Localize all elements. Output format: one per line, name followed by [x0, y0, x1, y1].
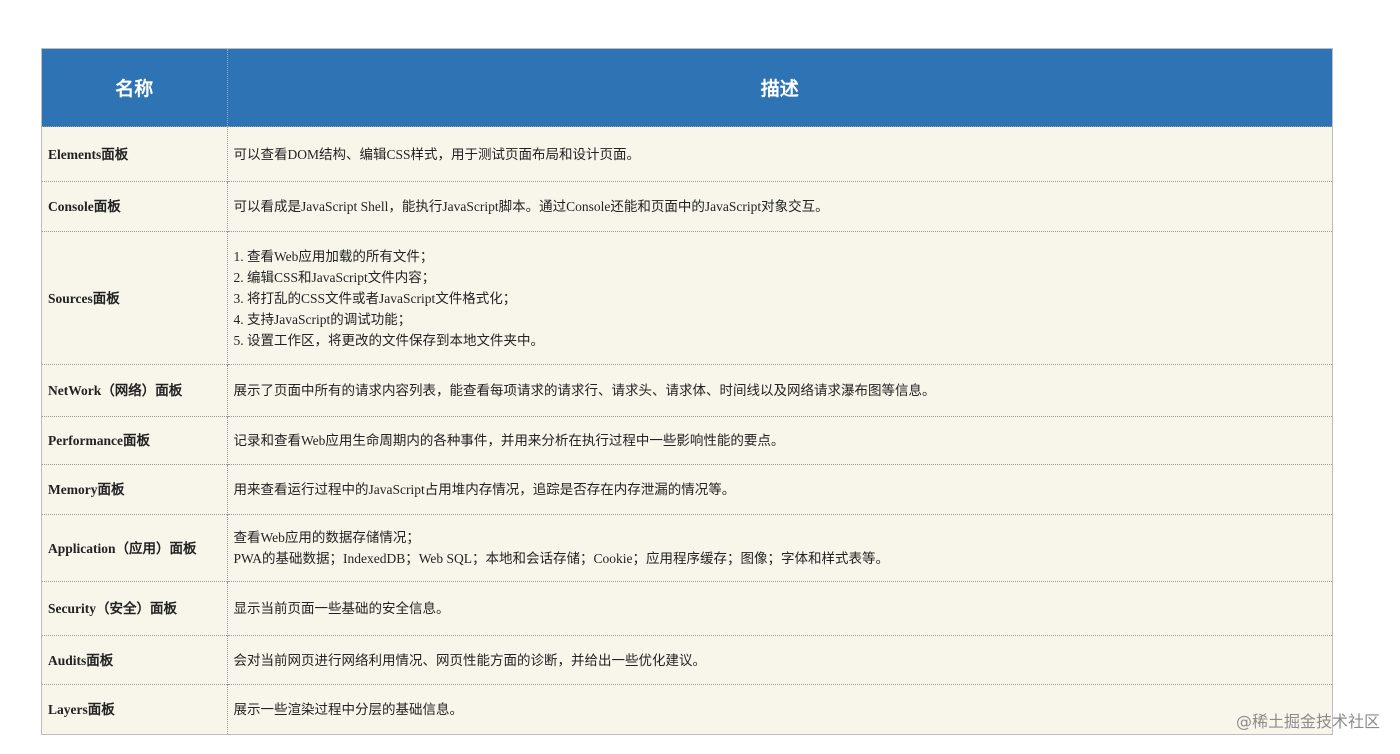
description-line: 记录和查看Web应用生命周期内的各种事件，并用来分析在执行过程中一些影响性能的要…: [233, 433, 785, 448]
panel-name: NetWork（网络）面板: [42, 364, 228, 417]
table-row: NetWork（网络）面板 展示了页面中所有的请求内容列表，能查看每项请求的请求行…: [42, 364, 1332, 417]
panel-description: 可以查看DOM结构、编辑CSS样式，用于测试页面布局和设计页面。: [227, 126, 1332, 182]
description-line: 可以查看DOM结构、编辑CSS样式，用于测试页面布局和设计页面。: [233, 146, 641, 162]
description-line: 展示了页面中所有的请求内容列表，能查看每项请求的请求行、请求头、请求体、时间线以…: [233, 383, 936, 398]
table-row: Layers面板 展示一些渲染过程中分层的基础信息。: [42, 684, 1332, 734]
description-line: 显示当前页面一些基础的安全信息。: [233, 601, 450, 616]
panel-description: 展示了页面中所有的请求内容列表，能查看每项请求的请求行、请求头、请求体、时间线以…: [227, 364, 1332, 417]
panel-name: Elements面板: [42, 126, 228, 182]
description-line: 可以看成是JavaScript Shell，能执行JavaScript脚本。通过…: [233, 199, 829, 214]
panel-description: 会对当前网页进行网络利用情况、网页性能方面的诊断，并给出一些优化建议。: [227, 635, 1332, 685]
description-line: 用来查看运行过程中的JavaScript占用堆内存情况，追踪是否存在内存泄漏的情…: [233, 482, 736, 497]
table-row: Sources面板 1. 查看Web应用加载的所有文件； 2. 编辑CSS和Java…: [42, 231, 1332, 365]
table-row: Console面板 可以看成是JavaScript Shell，能执行JavaSc…: [42, 181, 1332, 232]
devtools-panels-table: 名称 描述 Elements面板 可以查看DOM结构、编辑CSS样式，用于测试页面…: [41, 48, 1333, 735]
description-line: 查看Web应用的数据存储情况；: [233, 530, 420, 545]
table-row: Memory面板 用来查看运行过程中的JavaScript占用堆内存情况，追踪是否…: [42, 464, 1332, 515]
panels-table: 名称 描述 Elements面板 可以查看DOM结构、编辑CSS样式，用于测试页面…: [42, 49, 1332, 734]
panel-description: 记录和查看Web应用生命周期内的各种事件，并用来分析在执行过程中一些影响性能的要…: [227, 416, 1332, 465]
table-row: Security（安全）面板 显示当前页面一些基础的安全信息。: [42, 581, 1332, 636]
description-line: 展示一些渲染过程中分层的基础信息。: [233, 702, 464, 717]
panel-description: 查看Web应用的数据存储情况； PWA的基础数据；IndexedDB；Web SQ…: [227, 514, 1332, 582]
description-line: 3. 将打乱的CSS文件或者JavaScript文件格式化；: [233, 290, 517, 306]
table-body: Elements面板 可以查看DOM结构、编辑CSS样式，用于测试页面布局和设计页…: [42, 126, 1332, 734]
panel-name: Console面板: [42, 181, 228, 232]
watermark: @稀土掘金技术社区: [1235, 712, 1380, 731]
table-row: Performance面板 记录和查看Web应用生命周期内的各种事件，并用来分析在…: [42, 416, 1332, 465]
panel-description: 可以看成是JavaScript Shell，能执行JavaScript脚本。通过…: [227, 181, 1332, 232]
table-row: Application（应用）面板 查看Web应用的数据存储情况； PWA的基础数据…: [42, 514, 1332, 582]
panel-name: Performance面板: [42, 416, 228, 465]
description-line: 5. 设置工作区，将更改的文件保存到本地文件夹中。: [233, 332, 545, 348]
panel-name: Layers面板: [42, 684, 228, 734]
description-line: 会对当前网页进行网络利用情况、网页性能方面的诊断，并给出一些优化建议。: [233, 652, 707, 668]
description-line: 4. 支持JavaScript的调试功能；: [233, 311, 412, 327]
description-line: 1. 查看Web应用加载的所有文件；: [233, 248, 434, 264]
panel-name: Security（安全）面板: [42, 581, 228, 636]
description-line: PWA的基础数据；IndexedDB；Web SQL；本地和会话存储；Cooki…: [233, 551, 890, 566]
description-line: 2. 编辑CSS和JavaScript文件内容；: [233, 269, 436, 285]
panel-description: 展示一些渲染过程中分层的基础信息。: [227, 684, 1332, 734]
panel-name: Audits面板: [42, 635, 228, 685]
panel-name: Sources面板: [42, 231, 228, 365]
panel-description: 显示当前页面一些基础的安全信息。: [227, 581, 1332, 636]
panel-description: 1. 查看Web应用加载的所有文件； 2. 编辑CSS和JavaScript文件内…: [227, 231, 1332, 365]
header-description: 描述: [227, 49, 1332, 127]
table-row: Elements面板 可以查看DOM结构、编辑CSS样式，用于测试页面布局和设计页…: [42, 126, 1332, 182]
panel-name: Memory面板: [42, 464, 228, 515]
header-name: 名称: [42, 49, 228, 127]
panel-name: Application（应用）面板: [42, 514, 228, 582]
table-row: Audits面板 会对当前网页进行网络利用情况、网页性能方面的诊断，并给出一些优化…: [42, 635, 1332, 685]
panel-description: 用来查看运行过程中的JavaScript占用堆内存情况，追踪是否存在内存泄漏的情…: [227, 464, 1332, 515]
table-header: 名称 描述: [42, 49, 1332, 127]
